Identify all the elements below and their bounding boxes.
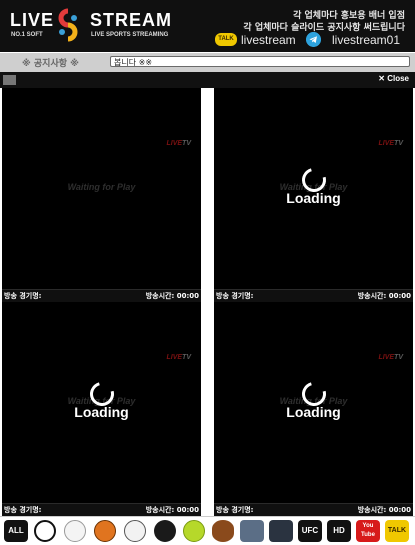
football-icon[interactable] (212, 520, 234, 542)
loading-indicator: Loading (214, 377, 413, 420)
loading-indicator: Loading (2, 377, 201, 420)
panel-footer: 방송 경기명: 방송시간: 00:00 (214, 289, 413, 302)
soccer-icon[interactable] (34, 520, 56, 542)
banner-line-2: 각 업체마다 슬라이드 공지사항 써드립니다 (243, 23, 405, 33)
broadcast-time-label: 방송시간: 00:00 (357, 292, 411, 300)
kakaotalk-icon: TALK (387, 527, 407, 534)
panel-footer: 방송 경기명: 방송시간: 00:00 (2, 503, 201, 516)
video-panel-3[interactable]: LIVETV Waiting for Play Loading 방송 경기명: … (2, 302, 201, 516)
livetv-watermark: LIVETV (378, 354, 403, 361)
starcraft-icon[interactable] (240, 520, 264, 542)
game-name-label: 방송 경기명: (216, 506, 254, 514)
kakaotalk-link[interactable]: TALK (385, 520, 409, 542)
layout-icon[interactable] (3, 75, 16, 85)
sport-filter-hd[interactable]: HD (327, 520, 351, 542)
basketball-icon[interactable] (94, 520, 116, 542)
waiting-watermark: Waiting for Play (67, 182, 136, 192)
sport-filter-all[interactable]: ALL (4, 520, 28, 542)
ufc-icon: UFC (301, 526, 319, 535)
sport-filter-ufc[interactable]: UFC (298, 520, 322, 542)
logo-subtitle-left: NO.1 SOFT (11, 32, 43, 38)
video-panel-1[interactable]: LIVETV Waiting for Play 방송 경기명: 방송시간: 00… (2, 88, 201, 302)
notice-label: ※ 공지사항 ※ (22, 59, 79, 69)
baseball-icon[interactable] (64, 520, 86, 542)
header-banner: LIVE STREAM NO.1 SOFT LIVE SPORTS STREAM… (0, 0, 415, 52)
youtube-link[interactable]: You Tube (356, 520, 380, 542)
logo-stream-text: STREAM (90, 10, 172, 30)
panel-footer: 방송 경기명: 방송시간: 00:00 (214, 503, 413, 516)
telegram-icon[interactable] (306, 32, 321, 47)
logo-icon (58, 8, 78, 42)
telegram-id[interactable]: livestream01 (332, 33, 400, 47)
livetv-watermark: LIVETV (166, 354, 191, 361)
tennis-icon[interactable] (183, 520, 205, 542)
loading-indicator: Loading (214, 163, 413, 206)
hockey-icon[interactable] (154, 520, 176, 542)
game-name-label: 방송 경기명: (4, 292, 42, 300)
game-name-label: 방송 경기명: (4, 506, 42, 514)
video-panel-4[interactable]: LIVETV Waiting for Play Loading 방송 경기명: … (214, 302, 413, 516)
logo-live-text: LIVE (10, 10, 55, 30)
volleyball-icon[interactable] (124, 520, 146, 542)
livetv-watermark: LIVETV (378, 140, 403, 147)
player-toolbar: ✕ Close (0, 72, 415, 88)
overwatch-icon[interactable] (269, 520, 293, 542)
youtube-icon: You Tube (361, 523, 375, 538)
kakaotalk-id[interactable]: livestream (241, 33, 296, 47)
notice-marquee: 봅니다 ※※ (110, 56, 410, 67)
broadcast-time-label: 방송시간: 00:00 (145, 506, 199, 514)
broadcast-time-label: 방송시간: 00:00 (357, 506, 411, 514)
broadcast-time-label: 방송시간: 00:00 (145, 292, 199, 300)
close-button[interactable]: ✕ Close (378, 74, 409, 83)
sports-category-bar: ALL UFC HD You Tube TALK (0, 516, 415, 545)
hd-icon: HD (333, 526, 345, 535)
panel-footer: 방송 경기명: 방송시간: 00:00 (2, 289, 201, 302)
all-icon: ALL (8, 526, 24, 535)
livetv-watermark: LIVETV (166, 140, 191, 147)
video-panel-2[interactable]: LIVETV Waiting for Play Loading 방송 경기명: … (214, 88, 413, 302)
notice-bar: ※ 공지사항 ※ 봅니다 ※※ (0, 52, 415, 72)
kakaotalk-icon[interactable]: TALK (215, 33, 237, 46)
game-name-label: 방송 경기명: (216, 292, 254, 300)
logo-subtitle-right: LIVE SPORTS STREAMING (91, 32, 169, 38)
